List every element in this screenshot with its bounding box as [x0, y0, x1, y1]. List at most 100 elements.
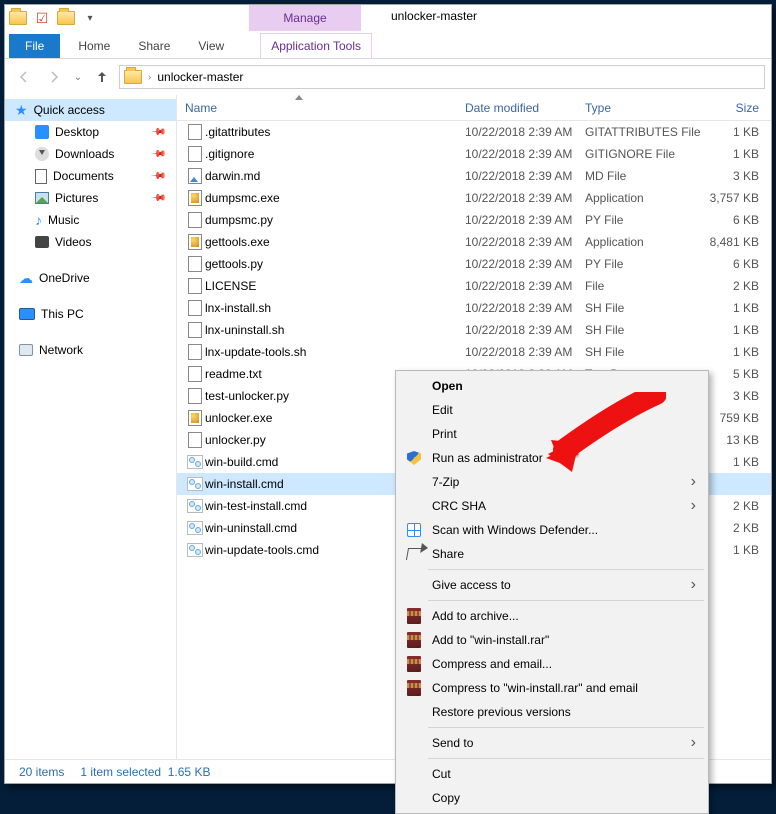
ctx-share[interactable]: Share [398, 542, 706, 566]
sidebar-item-pictures[interactable]: Pictures📌 [5, 187, 176, 209]
file-icon [185, 278, 205, 294]
nav-up-icon[interactable] [89, 64, 115, 90]
file-date: 10/22/2018 2:39 AM [465, 235, 585, 249]
file-size: 1 KB [705, 125, 759, 139]
file-size: 1 KB [705, 455, 759, 469]
pin-icon: 📌 [149, 124, 166, 141]
file-icon [185, 499, 205, 513]
file-icon [185, 521, 205, 535]
file-row[interactable]: darwin.md10/22/2018 2:39 AMMD File3 KB [177, 165, 771, 187]
file-size: 2 KB [705, 499, 759, 513]
file-icon [185, 455, 205, 469]
file-row[interactable]: lnx-install.sh10/22/2018 2:39 AMSH File1… [177, 297, 771, 319]
onedrive-icon: ☁ [19, 270, 33, 287]
file-row[interactable]: lnx-update-tools.sh10/22/2018 2:39 AMSH … [177, 341, 771, 363]
tab-share[interactable]: Share [124, 39, 184, 58]
ctx-edit[interactable]: Edit [398, 398, 706, 422]
ctx-print[interactable]: Print [398, 422, 706, 446]
titlebar: ☑ ▾ Manage unlocker-master [5, 5, 771, 31]
tab-file[interactable]: File [9, 34, 60, 58]
file-icon [185, 300, 205, 316]
ctx-give-access[interactable]: Give access to [398, 573, 706, 597]
ctx-cut[interactable]: Cut [398, 762, 706, 786]
nav-back-icon[interactable] [11, 64, 37, 90]
file-row[interactable]: gettools.exe10/22/2018 2:39 AMApplicatio… [177, 231, 771, 253]
file-row[interactable]: .gitattributes10/22/2018 2:39 AMGITATTRI… [177, 121, 771, 143]
file-size: 8,481 KB [705, 235, 759, 249]
file-icon [185, 234, 205, 250]
file-size: 2 KB [705, 521, 759, 535]
sidebar-item-music[interactable]: ♪Music [5, 209, 176, 231]
column-size[interactable]: Size [705, 101, 759, 115]
file-row[interactable]: dumpsmc.py10/22/2018 2:39 AMPY File6 KB [177, 209, 771, 231]
defender-icon [406, 522, 422, 538]
address-bar[interactable]: › unlocker-master [119, 65, 765, 89]
file-row[interactable]: gettools.py10/22/2018 2:39 AMPY File6 KB [177, 253, 771, 275]
address-segment[interactable]: unlocker-master [157, 70, 243, 84]
music-icon: ♪ [35, 212, 42, 228]
ctx-7zip[interactable]: 7-Zip [398, 470, 706, 494]
navbar: ⌄ › unlocker-master [5, 59, 771, 95]
manage-contextual-tab[interactable]: Manage [249, 5, 361, 31]
file-row[interactable]: lnx-uninstall.sh10/22/2018 2:39 AMSH Fil… [177, 319, 771, 341]
file-type: GITATTRIBUTES File [585, 125, 705, 139]
file-name: .gitattributes [205, 125, 465, 139]
file-row[interactable]: dumpsmc.exe10/22/2018 2:39 AMApplication… [177, 187, 771, 209]
ctx-add-archive[interactable]: Add to archive... [398, 604, 706, 628]
file-size: 3 KB [705, 389, 759, 403]
ctx-compress-rar-email[interactable]: Compress to "win-install.rar" and email [398, 676, 706, 700]
file-type: PY File [585, 213, 705, 227]
qat-dropdown-icon[interactable]: ▾ [79, 7, 101, 29]
navigation-sidebar: ★Quick access Desktop📌 Downloads📌 Docume… [5, 95, 177, 759]
column-date[interactable]: Date modified [465, 101, 585, 115]
column-name[interactable]: Name [185, 101, 465, 115]
tab-application-tools[interactable]: Application Tools [260, 33, 372, 58]
nav-forward-icon[interactable] [41, 64, 67, 90]
sidebar-quick-access[interactable]: ★Quick access [5, 99, 176, 121]
ctx-add-rar[interactable]: Add to "win-install.rar" [398, 628, 706, 652]
ctx-run-as-admin[interactable]: Run as administrator [398, 446, 706, 470]
ctx-crc-sha[interactable]: CRC SHA [398, 494, 706, 518]
ctx-compress-email[interactable]: Compress and email... [398, 652, 706, 676]
tab-home[interactable]: Home [64, 39, 124, 58]
tab-view[interactable]: View [184, 39, 238, 58]
ribbon: File Home Share View Application Tools [5, 31, 771, 59]
file-type: GITIGNORE File [585, 147, 705, 161]
file-name: darwin.md [205, 169, 465, 183]
pin-icon: 📌 [149, 168, 166, 185]
file-type: SH File [585, 345, 705, 359]
ctx-open[interactable]: Open [398, 374, 706, 398]
column-type[interactable]: Type [585, 101, 705, 115]
qat-newfolder-icon[interactable] [55, 7, 77, 29]
file-size: 3 KB [705, 169, 759, 183]
sidebar-item-desktop[interactable]: Desktop📌 [5, 121, 176, 143]
file-date: 10/22/2018 2:39 AM [465, 169, 585, 183]
ctx-copy[interactable]: Copy [398, 786, 706, 810]
sidebar-item-documents[interactable]: Documents📌 [5, 165, 176, 187]
file-size: 6 KB [705, 213, 759, 227]
sidebar-item-downloads[interactable]: Downloads📌 [5, 143, 176, 165]
file-name: dumpsmc.exe [205, 191, 465, 205]
file-icon [185, 212, 205, 228]
file-name: gettools.py [205, 257, 465, 271]
file-type: Application [585, 235, 705, 249]
sidebar-item-network[interactable]: Network [5, 339, 176, 361]
file-row[interactable]: LICENSE10/22/2018 2:39 AMFile2 KB [177, 275, 771, 297]
nav-recent-icon[interactable]: ⌄ [71, 64, 85, 90]
file-size: 1 KB [705, 345, 759, 359]
documents-icon [35, 169, 47, 184]
file-type: PY File [585, 257, 705, 271]
file-name: .gitignore [205, 147, 465, 161]
sidebar-item-onedrive[interactable]: ☁OneDrive [5, 267, 176, 289]
ctx-restore[interactable]: Restore previous versions [398, 700, 706, 724]
file-type: SH File [585, 301, 705, 315]
qat-folder-icon[interactable] [7, 7, 29, 29]
qat-properties-icon[interactable]: ☑ [31, 7, 53, 29]
ctx-send-to[interactable]: Send to [398, 731, 706, 755]
ctx-defender[interactable]: Scan with Windows Defender... [398, 518, 706, 542]
sidebar-item-videos[interactable]: Videos [5, 231, 176, 253]
file-type: Application [585, 191, 705, 205]
file-row[interactable]: .gitignore10/22/2018 2:39 AMGITIGNORE Fi… [177, 143, 771, 165]
file-size: 13 KB [705, 433, 759, 447]
sidebar-item-this-pc[interactable]: This PC [5, 303, 176, 325]
